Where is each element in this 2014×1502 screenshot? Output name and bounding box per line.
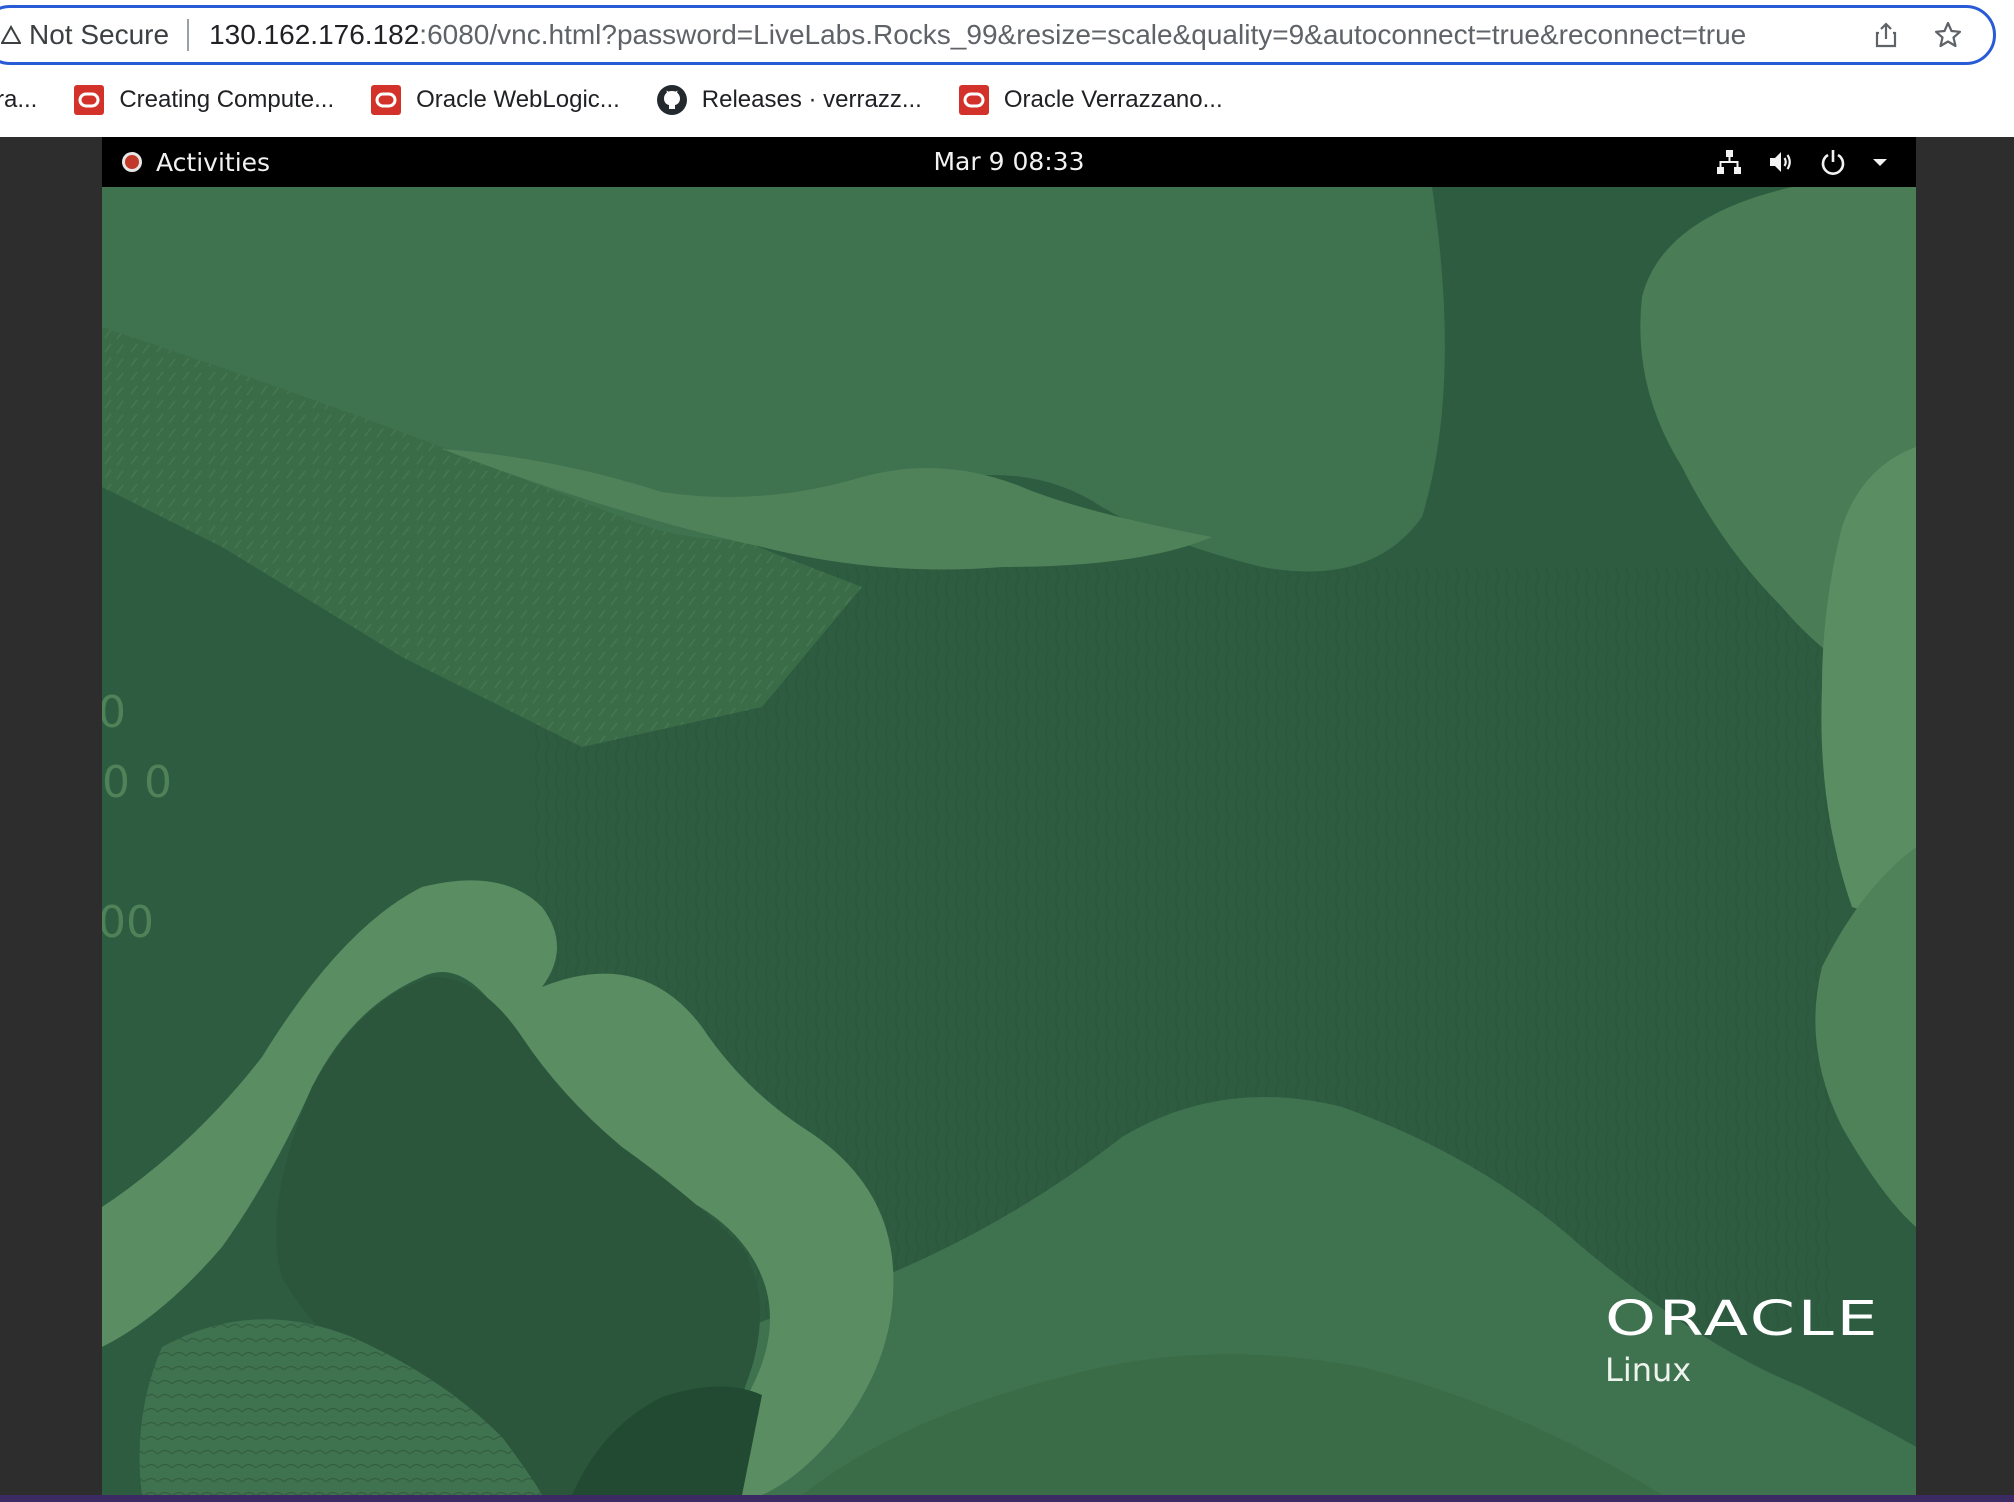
power-icon[interactable]	[1818, 147, 1848, 177]
oracle-logo-text: ORACLE	[1605, 1291, 1881, 1347]
bookmark-item[interactable]: Oracle Verrazzano...	[958, 84, 1223, 116]
share-icon[interactable]	[1871, 20, 1901, 50]
oracle-icon	[73, 84, 105, 116]
bookmark-label: ra...	[0, 86, 38, 113]
gnome-top-panel: Activities Mar 9 08:33	[102, 137, 1916, 187]
url-text[interactable]: 130.162.176.182:6080/vnc.html?password=L…	[209, 19, 1851, 51]
bookmarks-bar: ra... Creating Compute... Oracle WebLogi…	[0, 78, 2014, 122]
bookmark-label: Creating Compute...	[119, 86, 335, 113]
network-icon[interactable]	[1714, 147, 1744, 177]
star-icon[interactable]	[1933, 20, 1963, 50]
chevron-down-icon[interactable]	[1870, 152, 1890, 172]
security-chip[interactable]: Not Secure	[0, 8, 169, 62]
address-actions	[1851, 20, 1993, 50]
linux-logo-text: Linux	[1605, 1351, 1692, 1389]
bottom-edge	[0, 1495, 2014, 1502]
warning-icon	[0, 24, 22, 45]
url-host: 130.162.176.182	[209, 19, 420, 50]
system-tray[interactable]	[1714, 137, 1890, 187]
bookmark-label: Oracle Verrazzano...	[1003, 86, 1223, 113]
address-divider	[187, 19, 190, 51]
oracle-icon	[370, 84, 402, 116]
github-icon	[656, 84, 688, 116]
url-path: :6080/vnc.html?password=LiveLabs.Rocks_9…	[419, 19, 1747, 50]
svg-text:0 0: 0 0	[102, 757, 172, 808]
security-label: Not Secure	[29, 19, 170, 50]
volume-icon[interactable]	[1766, 147, 1796, 177]
bookmark-item[interactable]: Oracle WebLogic...	[370, 84, 620, 116]
bookmark-label: Releases · verrazz...	[701, 86, 922, 113]
svg-text:0: 0	[102, 687, 126, 738]
svg-text:00: 00	[102, 897, 154, 948]
bookmark-item[interactable]: ra...	[0, 86, 37, 114]
panel-clock[interactable]: Mar 9 08:33	[102, 137, 1916, 187]
browser-chrome: Not Secure 130.162.176.182:6080/vnc.html…	[0, 0, 2014, 137]
bookmark-item[interactable]: Creating Compute...	[73, 84, 334, 116]
oracle-linux-logo: ORACLE Linux	[1605, 1295, 1877, 1389]
bookmark-label: Oracle WebLogic...	[416, 86, 620, 113]
oracle-icon	[958, 84, 990, 116]
address-bar[interactable]: Not Secure 130.162.176.182:6080/vnc.html…	[0, 5, 1996, 65]
desktop-wallpaper: 0 0 0 00 ORACLE Linux	[102, 187, 1916, 1495]
bookmark-item[interactable]: Releases · verrazz...	[656, 84, 922, 116]
